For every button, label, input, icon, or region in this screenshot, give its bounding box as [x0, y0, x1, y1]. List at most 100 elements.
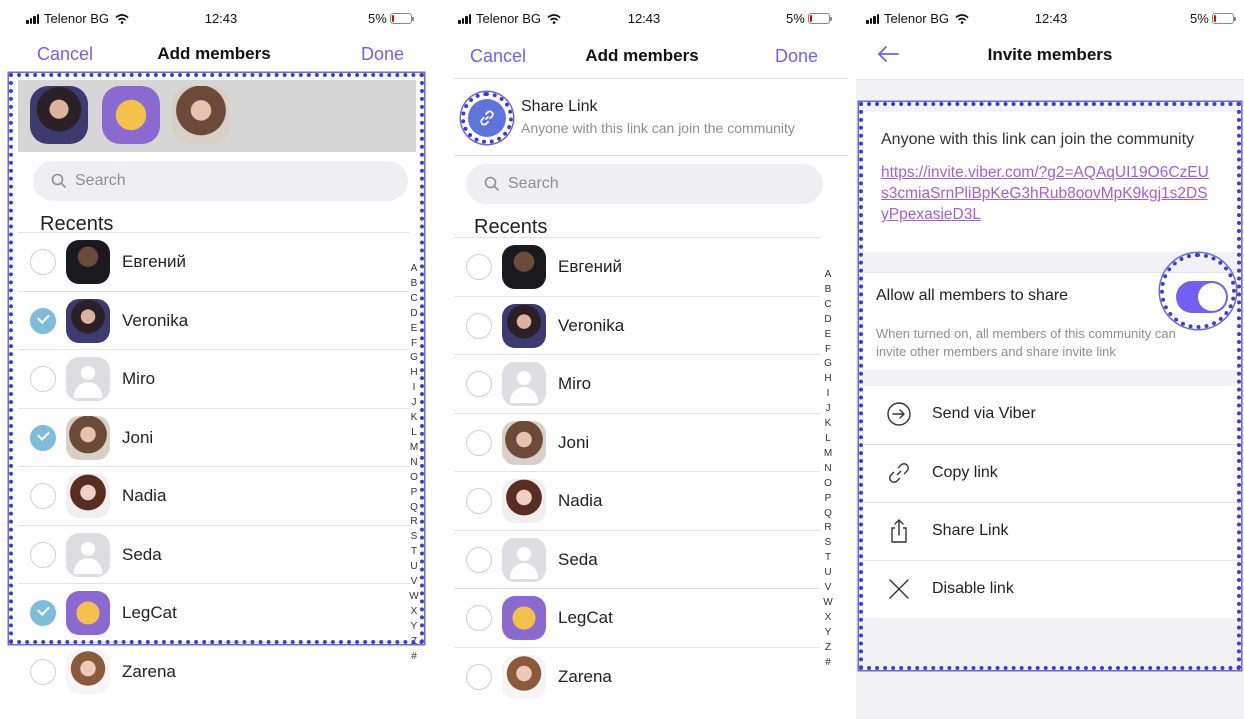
select-checkbox[interactable] — [30, 249, 56, 275]
index-letter[interactable]: G — [410, 351, 418, 366]
index-letter[interactable]: C — [824, 298, 831, 313]
disable-link-action[interactable]: Disable link — [864, 560, 1242, 618]
index-letter[interactable]: J — [826, 402, 831, 417]
index-letter[interactable]: Y — [825, 626, 832, 641]
select-checkbox[interactable] — [466, 663, 492, 690]
select-checkbox[interactable] — [466, 254, 492, 280]
copy-link-action[interactable]: Copy link — [864, 444, 1242, 502]
index-letter[interactable]: M — [410, 441, 418, 456]
index-letter[interactable]: E — [825, 328, 832, 343]
index-letter[interactable]: G — [824, 357, 832, 372]
index-letter[interactable]: I — [413, 381, 416, 396]
index-letter[interactable]: H — [824, 372, 831, 387]
selected-avatar-legcat[interactable] — [102, 86, 160, 144]
contact-row[interactable]: LegCat — [18, 583, 410, 641]
index-letter[interactable]: F — [825, 343, 831, 358]
index-letter[interactable]: Q — [824, 507, 832, 522]
index-letter[interactable]: # — [411, 650, 417, 665]
contact-row[interactable]: Veronika — [454, 295, 820, 354]
select-checkbox[interactable] — [466, 371, 492, 397]
contact-row[interactable]: Joni — [454, 412, 820, 471]
index-letter[interactable]: T — [825, 551, 831, 566]
index-letter[interactable]: Y — [411, 620, 418, 635]
index-letter[interactable]: D — [824, 313, 831, 328]
index-letter[interactable]: M — [824, 447, 832, 462]
index-letter[interactable]: Z — [825, 641, 831, 656]
index-letter[interactable]: A — [411, 262, 418, 277]
alphabet-index[interactable]: A B C D E F G H I J K L M N O P Q R S T U V W X Y Z # — [406, 262, 422, 664]
select-checkbox[interactable] — [466, 546, 492, 573]
contact-row[interactable]: Miro — [18, 349, 410, 407]
index-letter[interactable]: # — [825, 656, 831, 671]
index-letter[interactable]: N — [410, 456, 417, 471]
index-letter[interactable]: U — [410, 560, 417, 575]
done-button[interactable]: Done — [361, 44, 404, 65]
index-letter[interactable]: S — [411, 530, 418, 545]
index-letter[interactable]: V — [825, 581, 832, 596]
index-letter[interactable]: O — [410, 471, 418, 486]
index-letter[interactable]: O — [824, 477, 832, 492]
allow-share-toggle[interactable] — [1176, 281, 1228, 313]
selected-avatar-veronika[interactable] — [30, 86, 88, 144]
contact-row[interactable]: Seda — [454, 529, 820, 588]
contact-row[interactable]: Veronika — [18, 290, 410, 349]
select-checkbox[interactable] — [30, 658, 56, 685]
select-checkbox[interactable] — [30, 424, 56, 451]
select-checkbox[interactable] — [30, 541, 56, 568]
contact-row[interactable]: Евгений — [18, 232, 410, 290]
contact-row[interactable]: Joni — [18, 407, 410, 466]
index-letter[interactable]: R — [824, 521, 831, 536]
select-checkbox[interactable] — [30, 366, 56, 392]
select-checkbox[interactable] — [466, 605, 492, 631]
contact-row[interactable]: Nadia — [454, 471, 820, 529]
select-checkbox[interactable] — [30, 307, 56, 334]
index-letter[interactable]: R — [410, 515, 417, 530]
index-letter[interactable]: Z — [411, 635, 417, 650]
index-letter[interactable]: U — [824, 566, 831, 581]
index-letter[interactable]: B — [411, 277, 418, 292]
index-letter[interactable]: E — [411, 322, 418, 337]
index-letter[interactable]: N — [824, 462, 831, 477]
share-link-action[interactable]: Share Link — [864, 502, 1242, 560]
index-letter[interactable]: D — [410, 307, 417, 322]
search-input[interactable]: Search — [466, 164, 823, 204]
index-letter[interactable]: L — [411, 426, 417, 441]
index-letter[interactable]: T — [411, 545, 417, 560]
index-letter[interactable]: P — [411, 486, 418, 501]
index-letter[interactable]: X — [825, 611, 832, 626]
select-checkbox[interactable] — [30, 600, 56, 626]
send-via-viber-action[interactable]: Send via Viber — [864, 386, 1242, 444]
index-letter[interactable]: C — [410, 292, 417, 307]
contact-row[interactable]: Zarena — [18, 641, 410, 700]
search-input[interactable]: Search — [33, 161, 408, 201]
contact-row[interactable]: Seda — [18, 524, 410, 583]
index-letter[interactable]: L — [825, 432, 831, 447]
invite-link[interactable]: https://invite.viber.com/?g2=AQAqUI19O6C… — [881, 162, 1211, 225]
contact-row[interactable]: Zarena — [454, 646, 820, 705]
index-letter[interactable]: K — [411, 411, 418, 426]
share-link-button[interactable] — [468, 99, 506, 137]
index-letter[interactable]: B — [825, 283, 832, 298]
contact-row[interactable]: LegCat — [454, 588, 820, 646]
select-checkbox[interactable] — [466, 312, 492, 339]
index-letter[interactable]: P — [825, 492, 832, 507]
index-letter[interactable]: Q — [410, 501, 418, 516]
select-checkbox[interactable] — [466, 429, 492, 456]
index-letter[interactable]: S — [825, 536, 832, 551]
share-link-row[interactable]: Share Link Anyone with this link can joi… — [454, 78, 848, 156]
index-letter[interactable]: W — [409, 590, 418, 605]
selected-avatar-joni[interactable] — [172, 86, 230, 144]
index-letter[interactable]: V — [411, 575, 418, 590]
select-checkbox[interactable] — [466, 488, 492, 514]
index-letter[interactable]: W — [823, 596, 832, 611]
index-letter[interactable]: H — [410, 366, 417, 381]
select-checkbox[interactable] — [30, 483, 56, 509]
contact-row[interactable]: Евгений — [454, 237, 820, 295]
contact-row[interactable]: Nadia — [18, 466, 410, 524]
alphabet-index[interactable]: A B C D E F G H I J K L M N O P Q R S T U V W X Y Z # — [820, 268, 836, 670]
done-button[interactable]: Done — [775, 46, 818, 67]
index-letter[interactable]: X — [411, 605, 418, 620]
contact-row[interactable]: Miro — [454, 354, 820, 412]
index-letter[interactable]: I — [827, 387, 830, 402]
index-letter[interactable]: F — [411, 337, 417, 352]
